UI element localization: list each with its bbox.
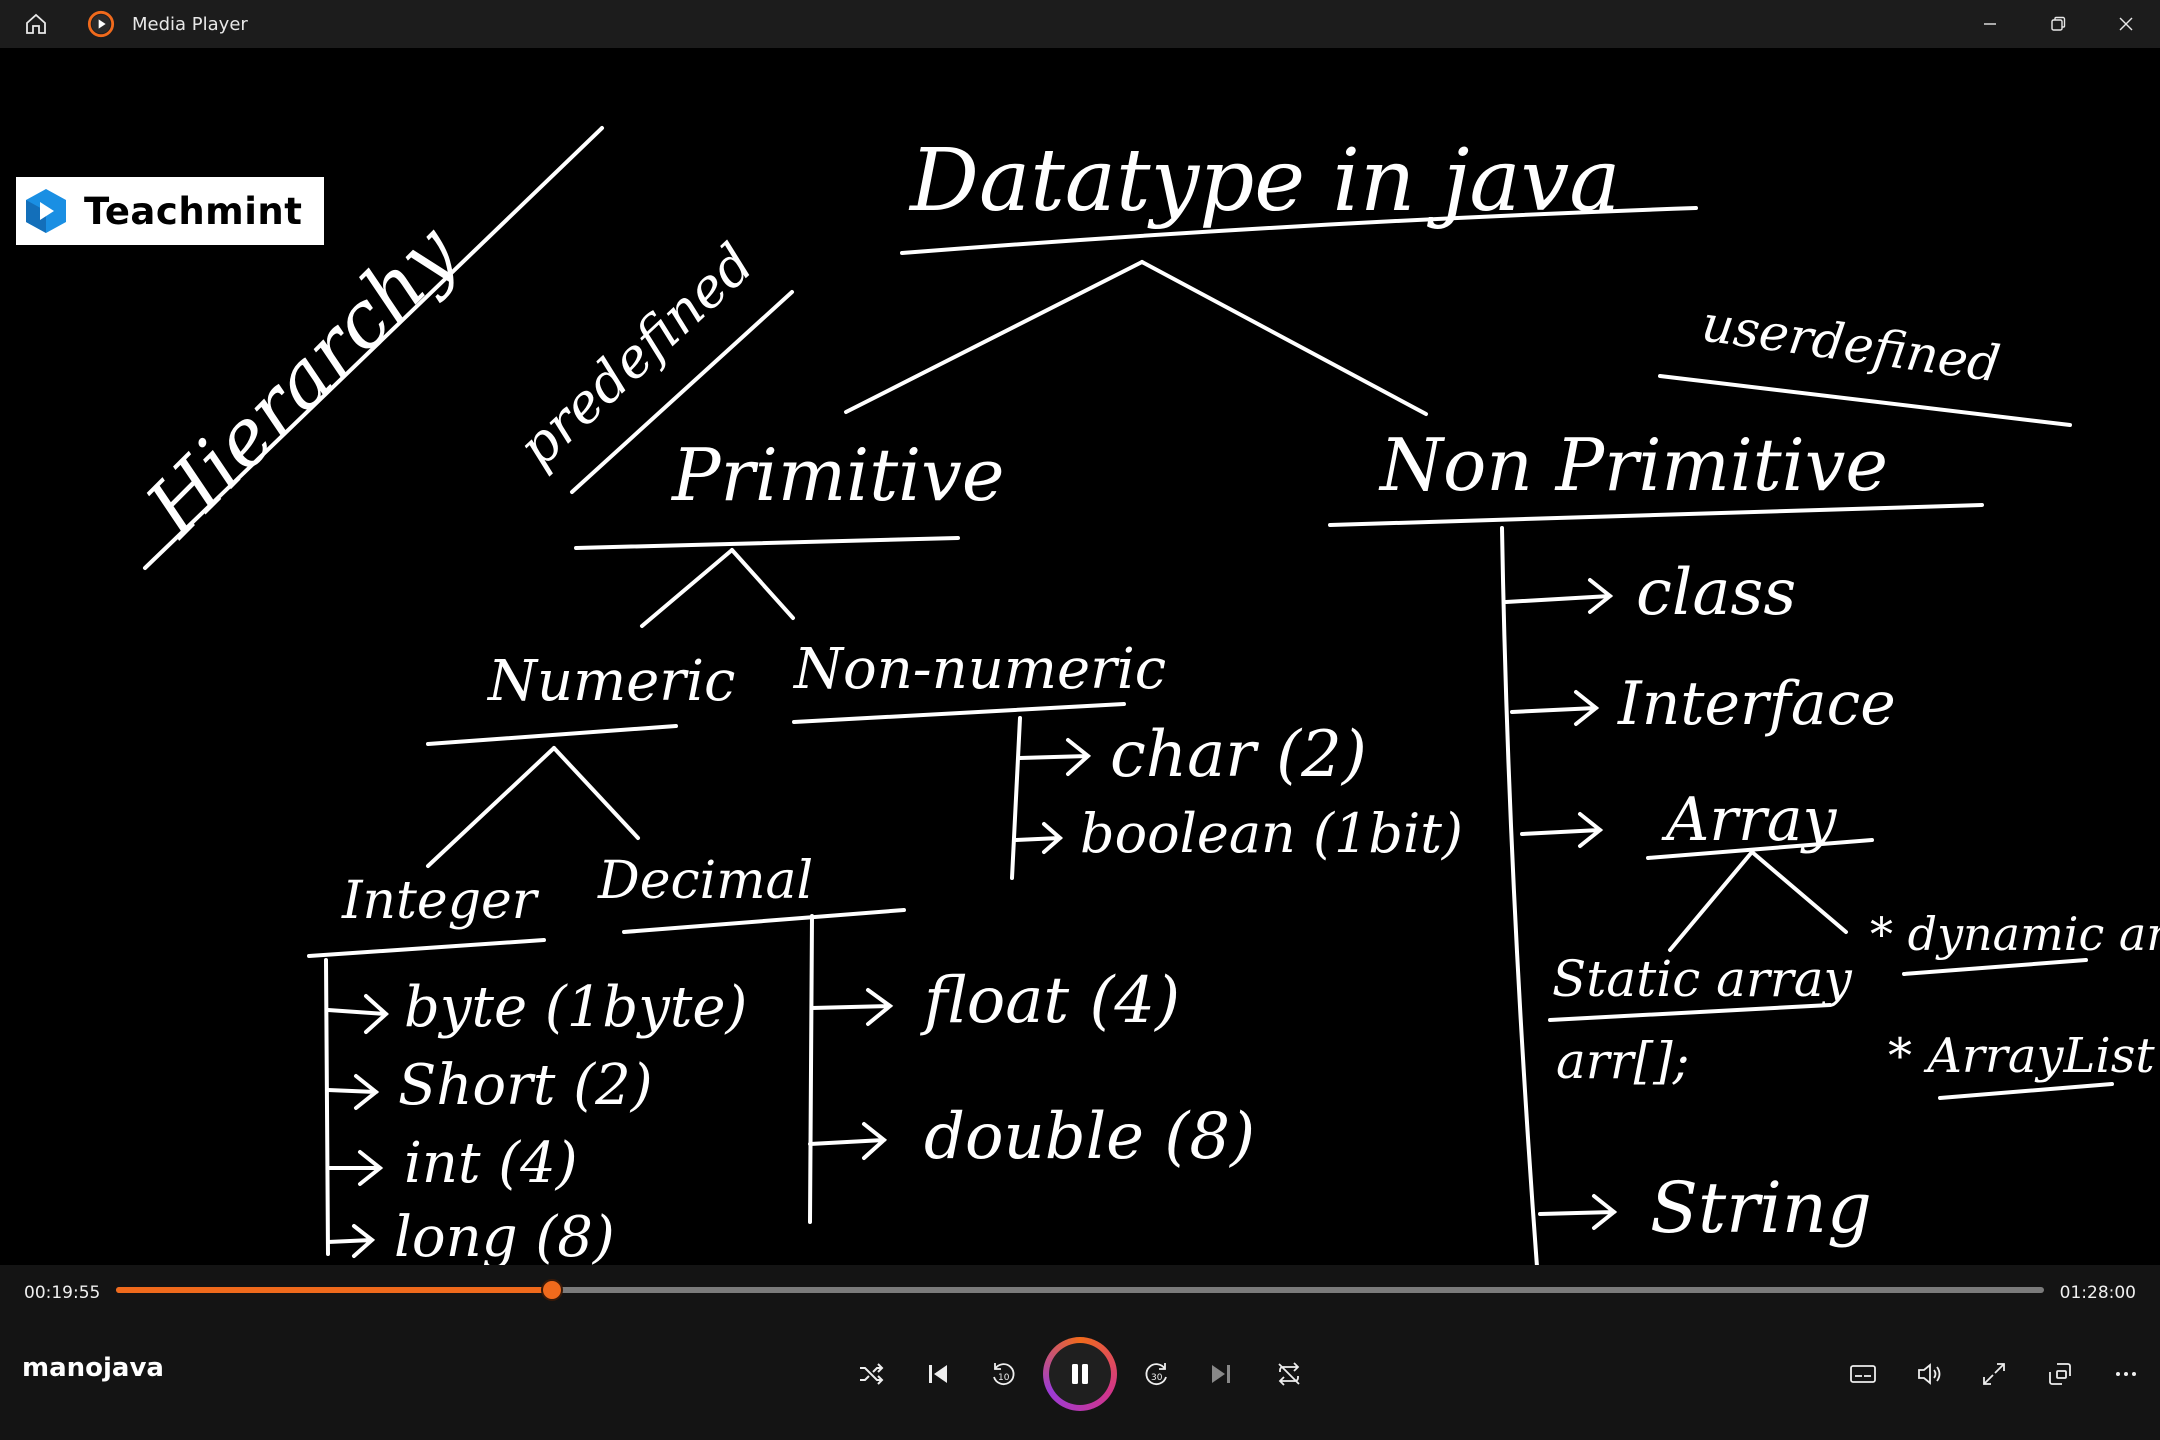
repeat-off-icon bbox=[1278, 1362, 1300, 1386]
board-decimal: Decimal bbox=[597, 851, 813, 911]
teachmint-logo: Teachmint bbox=[16, 177, 324, 245]
board-array-arraylist: * ArrayList bbox=[1888, 1028, 2155, 1084]
volume-icon bbox=[1918, 1363, 1941, 1385]
board-int-type-byte: byte (1byte) bbox=[404, 975, 747, 1040]
board-char-type: char (2) bbox=[1110, 718, 1367, 792]
board-int-type-int: int (4) bbox=[404, 1131, 578, 1196]
restore-icon bbox=[2051, 16, 2066, 31]
previous-button[interactable] bbox=[910, 1346, 966, 1402]
board-int-type-long: long (8) bbox=[394, 1205, 615, 1265]
logo-text: Teachmint bbox=[84, 189, 303, 233]
teachmint-logo-icon bbox=[26, 189, 66, 233]
repeat-button[interactable] bbox=[1261, 1346, 1317, 1402]
svg-text:10: 10 bbox=[998, 1373, 1010, 1383]
subtitles-icon bbox=[1850, 1365, 1876, 1383]
minimize-icon bbox=[1984, 23, 1996, 25]
next-icon bbox=[1212, 1365, 1230, 1383]
board-array-decl: arr[]; bbox=[1556, 1032, 1689, 1090]
previous-icon bbox=[929, 1365, 947, 1383]
pause-button[interactable] bbox=[1043, 1337, 1117, 1411]
home-icon[interactable] bbox=[16, 4, 56, 44]
next-button[interactable] bbox=[1193, 1346, 1249, 1402]
more-icon bbox=[2116, 1372, 2136, 1376]
board-non-numeric: Non-numeric bbox=[792, 637, 1166, 702]
video-frame[interactable]: Datatype in java Hierarchy predefined us… bbox=[0, 48, 2160, 1265]
subtitles-button[interactable] bbox=[1835, 1346, 1891, 1402]
board-np-type-string: String bbox=[1650, 1167, 1872, 1249]
skip-forward-button[interactable]: 30 bbox=[1129, 1346, 1185, 1402]
skip-forward-30-icon: 30 bbox=[1145, 1363, 1167, 1386]
whiteboard-diagram: Datatype in java Hierarchy predefined us… bbox=[128, 126, 2160, 1265]
board-primitive: Primitive bbox=[670, 433, 1004, 517]
window-title: Media Player bbox=[132, 13, 248, 35]
current-time: 00:19:55 bbox=[24, 1283, 101, 1303]
board-non-primitive: Non Primitive bbox=[1378, 423, 1888, 507]
skip-back-button[interactable]: 10 bbox=[975, 1346, 1031, 1402]
board-np-type-array: Array bbox=[1661, 785, 1837, 855]
more-button[interactable] bbox=[2098, 1346, 2154, 1402]
media-player-icon bbox=[86, 9, 116, 39]
close-icon bbox=[2119, 17, 2133, 31]
playback-controls: 00:19:55 01:28:00 manojava 10 30 bbox=[0, 1265, 2160, 1440]
board-title: Datatype in java bbox=[908, 131, 1621, 231]
board-userdefined: userdefined bbox=[1698, 294, 2003, 393]
skip-back-10-icon: 10 bbox=[993, 1363, 1015, 1386]
minimize-button[interactable] bbox=[1956, 0, 2024, 48]
board-array-static: Static array bbox=[1552, 950, 1853, 1008]
pause-icon bbox=[1072, 1364, 1088, 1384]
fullscreen-button[interactable] bbox=[1966, 1346, 2022, 1402]
board-decimal-type-double: double (8) bbox=[924, 1100, 1255, 1174]
board-array-dynamic: * dynamic array bbox=[1870, 907, 2160, 961]
miniplayer-button[interactable] bbox=[2032, 1346, 2088, 1402]
title-bar: Media Player bbox=[0, 0, 2160, 48]
media-title: manojava bbox=[22, 1353, 164, 1383]
board-decimal-type-float: float (4) bbox=[920, 964, 1180, 1038]
board-hierarchy: Hierarchy bbox=[128, 208, 475, 555]
miniplayer-icon bbox=[2049, 1363, 2071, 1385]
duration: 01:28:00 bbox=[2059, 1283, 2136, 1303]
close-button[interactable] bbox=[2092, 0, 2160, 48]
seek-thumb[interactable] bbox=[540, 1279, 563, 1301]
shuffle-icon bbox=[860, 1363, 884, 1385]
board-integer: Integer bbox=[341, 871, 540, 931]
svg-text:30: 30 bbox=[1151, 1373, 1163, 1383]
board-np-type-interface: Interface bbox=[1617, 669, 1896, 739]
board-numeric: Numeric bbox=[486, 649, 735, 714]
shuffle-button[interactable] bbox=[843, 1346, 899, 1402]
board-int-type-short: Short (2) bbox=[398, 1053, 653, 1118]
board-boolean-type: boolean (1bit) bbox=[1080, 802, 1463, 865]
seek-bar-progress bbox=[116, 1287, 552, 1293]
seek-bar[interactable] bbox=[116, 1279, 2044, 1301]
volume-button[interactable] bbox=[1901, 1346, 1957, 1402]
restore-button[interactable] bbox=[2024, 0, 2092, 48]
fullscreen-icon bbox=[1983, 1363, 2005, 1385]
board-np-type-class: class bbox=[1636, 556, 1796, 630]
